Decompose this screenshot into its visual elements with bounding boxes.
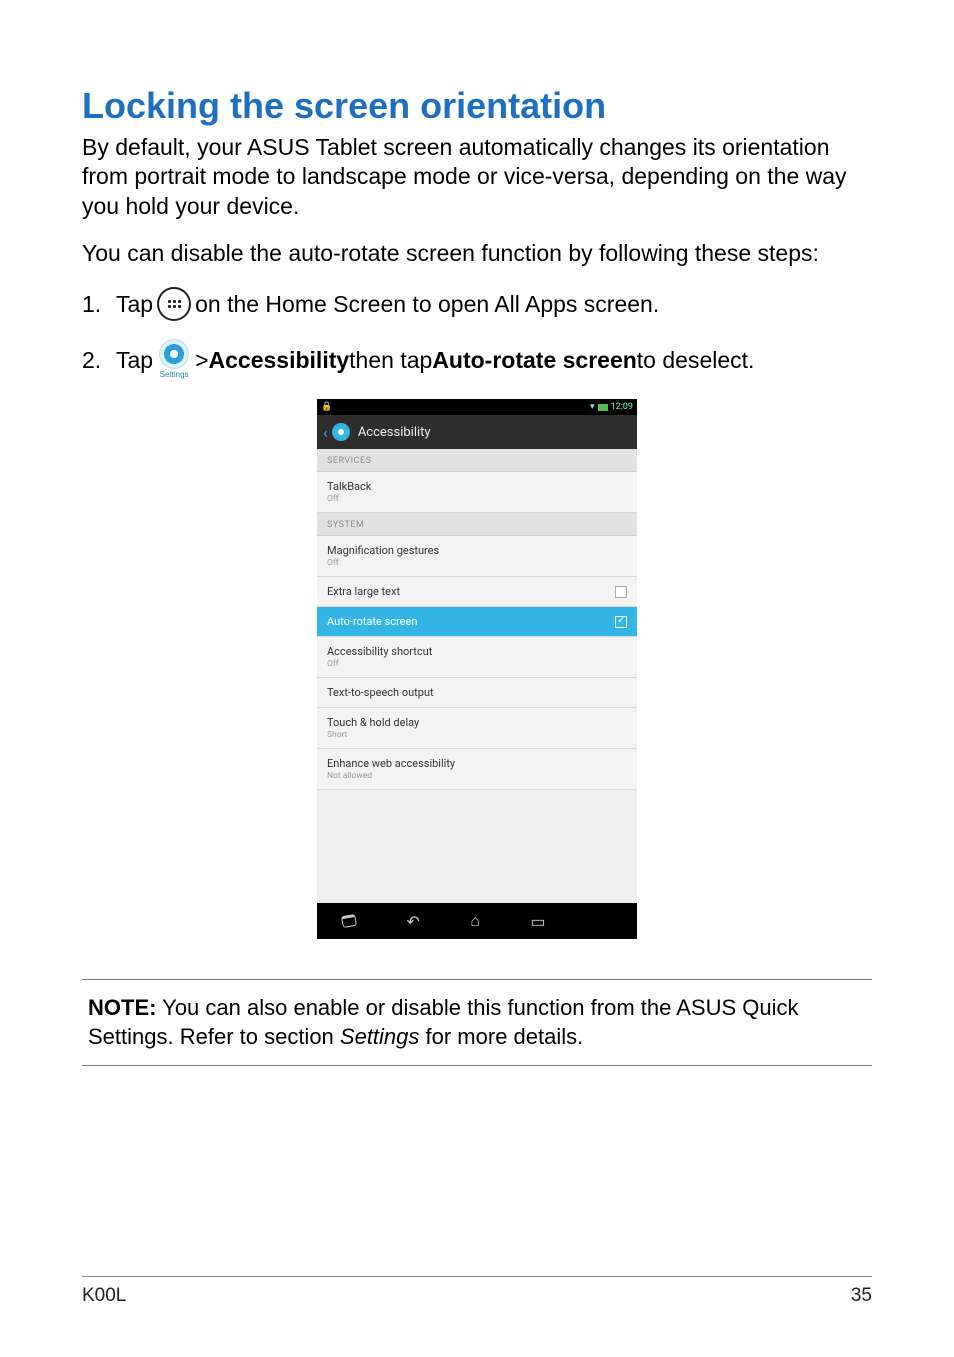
row-extra-large-text[interactable]: Extra large text xyxy=(317,577,637,607)
row-title: Auto-rotate screen xyxy=(327,615,417,628)
back-chevron-icon[interactable]: ‹ xyxy=(323,423,328,442)
status-time: 12:09 xyxy=(611,402,633,412)
step-text: > xyxy=(195,343,208,378)
step-text: Tap xyxy=(116,343,153,378)
intro-paragraph-1: By default, your ASUS Tablet screen auto… xyxy=(82,133,872,221)
row-subtitle: Off xyxy=(327,494,371,504)
step-text: then tap xyxy=(349,343,432,378)
nav-bar: ↶ ⌂ ▭ xyxy=(317,903,637,939)
row-title: Text-to-speech output xyxy=(327,686,434,699)
row-tts[interactable]: Text-to-speech output xyxy=(317,678,637,708)
step-number: 1. xyxy=(82,287,116,322)
row-subtitle: Off xyxy=(327,558,439,568)
recent-icon[interactable]: ▭ xyxy=(530,912,545,931)
back-icon[interactable]: ↶ xyxy=(407,912,420,931)
settings-header[interactable]: ‹ Accessibility xyxy=(317,415,637,449)
note-label: NOTE: xyxy=(88,995,156,1020)
section-services: SERVICES xyxy=(317,449,637,472)
note-block: NOTE: You can also enable or disable thi… xyxy=(82,979,872,1066)
settings-gear-icon xyxy=(332,423,350,441)
step-text: Tap xyxy=(116,287,153,322)
accessibility-bold: Accessibility xyxy=(209,343,350,378)
note-italic: Settings xyxy=(340,1024,420,1049)
step-text: to deselect. xyxy=(637,343,755,378)
row-accessibility-shortcut[interactable]: Accessibility shortcut Off xyxy=(317,637,637,678)
row-title: Enhance web accessibility xyxy=(327,757,455,770)
page-title: Locking the screen orientation xyxy=(82,85,872,127)
step-text: on the Home Screen to open All Apps scre… xyxy=(195,287,659,322)
row-title: Extra large text xyxy=(327,585,400,598)
row-title: TalkBack xyxy=(327,480,371,493)
step-2: 2. Tap Settings > Accessibility then tap… xyxy=(82,339,872,381)
header-title: Accessibility xyxy=(358,425,431,440)
autorotate-bold: Auto-rotate screen xyxy=(432,343,636,378)
row-title: Accessibility shortcut xyxy=(327,645,432,658)
section-system: SYSTEM xyxy=(317,513,637,536)
settings-icon-label: Settings xyxy=(160,369,189,381)
tablet-screenshot: 🔒 ▾ 12:09 ‹ Accessibility SERVICES TalkB… xyxy=(317,399,637,939)
lock-icon: 🔒 xyxy=(321,402,332,412)
battery-icon xyxy=(598,404,608,411)
step-1: 1. Tap on the Home Screen to open All Ap… xyxy=(82,287,872,322)
row-subtitle: Not allowed xyxy=(327,771,455,781)
all-apps-icon xyxy=(157,287,191,321)
wifi-icon: ▾ xyxy=(590,402,595,412)
settings-app-icon: Settings xyxy=(159,339,189,381)
note-text-b: for more details. xyxy=(419,1024,583,1049)
step-number: 2. xyxy=(82,343,116,378)
row-web-accessibility[interactable]: Enhance web accessibility Not allowed xyxy=(317,749,637,790)
footer-model: K00L xyxy=(82,1285,126,1307)
row-auto-rotate[interactable]: Auto-rotate screen xyxy=(317,607,637,637)
page-footer: K00L 35 xyxy=(82,1276,872,1307)
row-talkback[interactable]: TalkBack Off xyxy=(317,472,637,513)
status-bar: 🔒 ▾ 12:09 xyxy=(317,399,637,415)
asus-home-icon[interactable] xyxy=(341,914,357,928)
row-touch-hold[interactable]: Touch & hold delay Short xyxy=(317,708,637,749)
intro-paragraph-2: You can disable the auto-rotate screen f… xyxy=(82,239,872,268)
checkbox-checked-icon[interactable] xyxy=(615,616,627,628)
home-icon[interactable]: ⌂ xyxy=(470,911,480,931)
row-magnification[interactable]: Magnification gestures Off xyxy=(317,536,637,577)
row-subtitle: Off xyxy=(327,659,432,669)
row-subtitle: Short xyxy=(327,730,419,740)
footer-page-number: 35 xyxy=(851,1285,872,1307)
checkbox-icon[interactable] xyxy=(615,586,627,598)
gear-icon xyxy=(159,339,189,369)
row-title: Magnification gestures xyxy=(327,544,439,557)
row-title: Touch & hold delay xyxy=(327,716,419,729)
